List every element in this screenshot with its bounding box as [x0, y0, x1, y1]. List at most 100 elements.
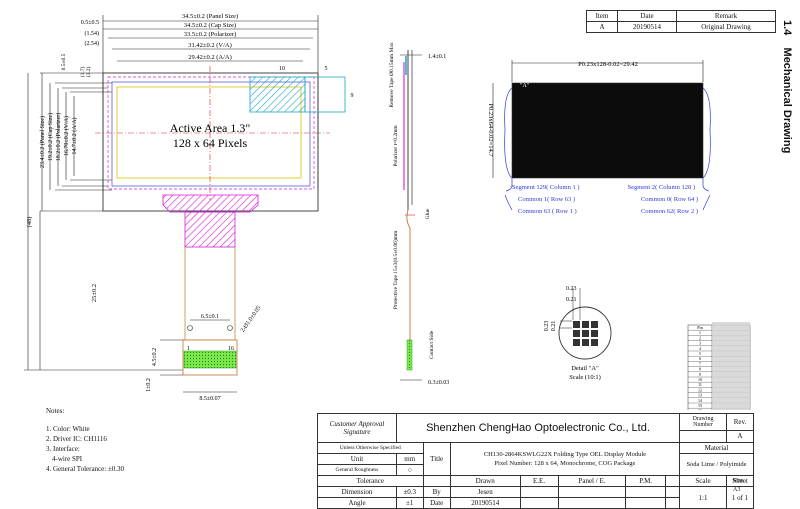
dim-25: 25±0.2: [91, 284, 98, 302]
tolerance-label: Tolerance: [317, 475, 424, 487]
drawn-by: Jesen: [449, 486, 521, 498]
dim-9: 9: [351, 93, 354, 99]
unit-value: mm: [396, 453, 424, 465]
common-62: Common 62( Row 2 ): [641, 208, 698, 215]
section-header: 1.4 Mechanical Drawing: [770, 0, 800, 503]
dim-fpc-tail: 1±0.2: [146, 378, 152, 392]
pixel-detail-ext: [304, 76, 346, 113]
dim-pixel-width: P0.23x128-0.02=29.42: [578, 61, 638, 68]
dim-left-va: 16.70±0.2 (V/A): [63, 116, 70, 156]
note-4: 4. General Tolerance: ±0.30: [46, 465, 125, 473]
dim-48: (48): [26, 217, 33, 228]
rev-label: Rev.: [726, 413, 754, 431]
dim-fpc-width: 8.5±0.07: [199, 396, 220, 402]
dim-fpc-pitch: 6.5±0.1: [201, 314, 219, 320]
size-value: A3: [733, 487, 741, 493]
pin-number: 16: [698, 408, 702, 410]
title-text: CH130-2864KSWLG22X Folding Type OEL Disp…: [449, 442, 681, 476]
angle-label: Angle: [317, 497, 397, 509]
company-name: Shenzhen ChengHao Optoelectronic Co., Lt…: [396, 413, 680, 443]
dim-tl-3: (2.54): [85, 40, 100, 47]
dim-fpc-holes: 2-Ø1.0±0.05: [240, 305, 262, 334]
rev-value: A: [726, 429, 754, 444]
dim-fpc-height: 4.5±0.2: [152, 348, 158, 366]
detail-title: Detail "A": [571, 365, 599, 372]
date-value: 20190514: [449, 497, 521, 509]
dimension-label: Dimension: [317, 486, 397, 498]
label-contact-side: Contact Side: [429, 330, 435, 359]
label-protective-tape: Protective Tape 15±3(0.5±0.06)mm: [392, 230, 399, 309]
pin-1-label: 1: [187, 346, 190, 352]
label-glue: Glue: [425, 208, 431, 219]
detail-dim-3: 0.23: [544, 321, 550, 332]
size-label: Size: [733, 478, 744, 484]
driver-ic-area: [162, 194, 259, 213]
dim-aa: 29.42±0.2 (A/A): [188, 54, 231, 61]
dim-polarizer: 33.5±0.2 (Polarizer): [184, 31, 236, 38]
dim-left-panel: 23.4±0.2 (Panel Size): [39, 116, 46, 168]
approval-label: Customer Approval Signature: [317, 413, 397, 443]
dim-left-small-1: (1.7): [79, 67, 86, 78]
pm-label: P.M.: [625, 475, 666, 487]
common-1: Common 1( Row 63 ): [518, 196, 575, 203]
pin-table-blurred: [712, 322, 750, 410]
active-area-label: Active Area 1.3": [170, 121, 251, 135]
pin-16-label: 16: [228, 346, 234, 352]
roughness-symbol: ○: [396, 464, 424, 476]
side-view: [400, 50, 422, 381]
title-text-1: CH130-2864KSWLG22X Folding Type OEL Disp…: [483, 451, 647, 458]
ee-label: E.E.: [519, 475, 559, 487]
label-polarizer: Polarizer t=0.2mm: [393, 125, 399, 167]
unit-label: Unit: [317, 453, 397, 465]
detail-dim-2: 0.21: [566, 297, 577, 303]
fpc-hole-left: [187, 325, 193, 331]
title-block: Customer Approval Signature Shenzhen Che…: [317, 413, 754, 509]
common-0: Common 0( Row 64 ): [641, 196, 698, 203]
detail-scale: Scale (10:1): [569, 374, 601, 381]
notes-title: Notes:: [46, 407, 65, 415]
detail-dim-4: 0.21: [551, 321, 557, 332]
label-remove-tape: Remove Tape Ø0.15mm Max: [389, 42, 395, 107]
dim-tl-1: 0.5±0.5: [81, 20, 99, 26]
mechanical-drawing: 34.5±0.2 (Panel Size) 34.5±0.2 (Cap Size…: [24, 13, 751, 410]
note-1: 1. Color: White: [46, 425, 90, 433]
note-3: 3. Interface:: [46, 445, 80, 453]
detail-dim-1: 0.23: [566, 286, 577, 292]
common-63: Common 63 ( Row 1 ): [518, 208, 577, 215]
material-value: Soda Lime / Polyimide: [679, 453, 754, 476]
dim-left-small-2: (3.2): [85, 67, 92, 78]
dim-tl-2: (1.54): [85, 30, 100, 37]
dim-left-cap: 19.2±0.2 (Cap Size): [47, 113, 54, 161]
active-area-pixels: 128 x 64 Pixels: [173, 136, 248, 150]
dim-10: 10: [279, 66, 285, 72]
note-3b: 4-wire SPI: [52, 455, 83, 463]
drawn-label: Drawn: [449, 475, 521, 487]
pixel-detail-area: [249, 76, 306, 113]
dim-5: 5: [325, 66, 328, 72]
dim-left-small-3: 0.5±0.5: [61, 53, 67, 70]
dimension-value: ±0.3: [396, 486, 424, 498]
detail-marker: "A": [520, 83, 530, 89]
segment-2: Segment 2( Column 128 ): [627, 184, 695, 191]
drawing-number-value: [679, 429, 727, 444]
scale-label: Scale: [679, 475, 727, 487]
dim-left-aa: 14.7±0.2 (A/A): [71, 117, 78, 154]
panel-fe-label: Panel / E.: [557, 475, 627, 487]
dim-side-top: 1.4±0.1: [428, 54, 446, 60]
dim-va: 31.42±0.2 (V/A): [188, 42, 231, 49]
title-label: Title: [422, 442, 451, 476]
by-label: By: [422, 486, 451, 498]
fpc-contacts: [183, 350, 237, 369]
notes: Notes: 1. Color: White 2. Driver IC: CH1…: [46, 406, 124, 474]
dim-side-bottom: 0.3±0.03: [428, 380, 449, 386]
segment-129: Segment 129( Column 1 ): [512, 184, 580, 191]
material-label: Material: [679, 442, 754, 454]
unless-label: Unless Otherwise Specified: [317, 442, 424, 454]
drawing-number-label: Drawing Number: [679, 413, 727, 431]
dim-panel-size: 34.5±0.2 (Panel Size): [182, 13, 238, 20]
date-label: Date: [422, 497, 451, 509]
roughness-label: General Roughness: [317, 464, 397, 476]
size-block: Size A3: [733, 478, 743, 493]
front-dimension-lines: [24, 15, 319, 371]
dim-cap-size: 34.5±0.2 (Cap Size): [184, 22, 236, 29]
